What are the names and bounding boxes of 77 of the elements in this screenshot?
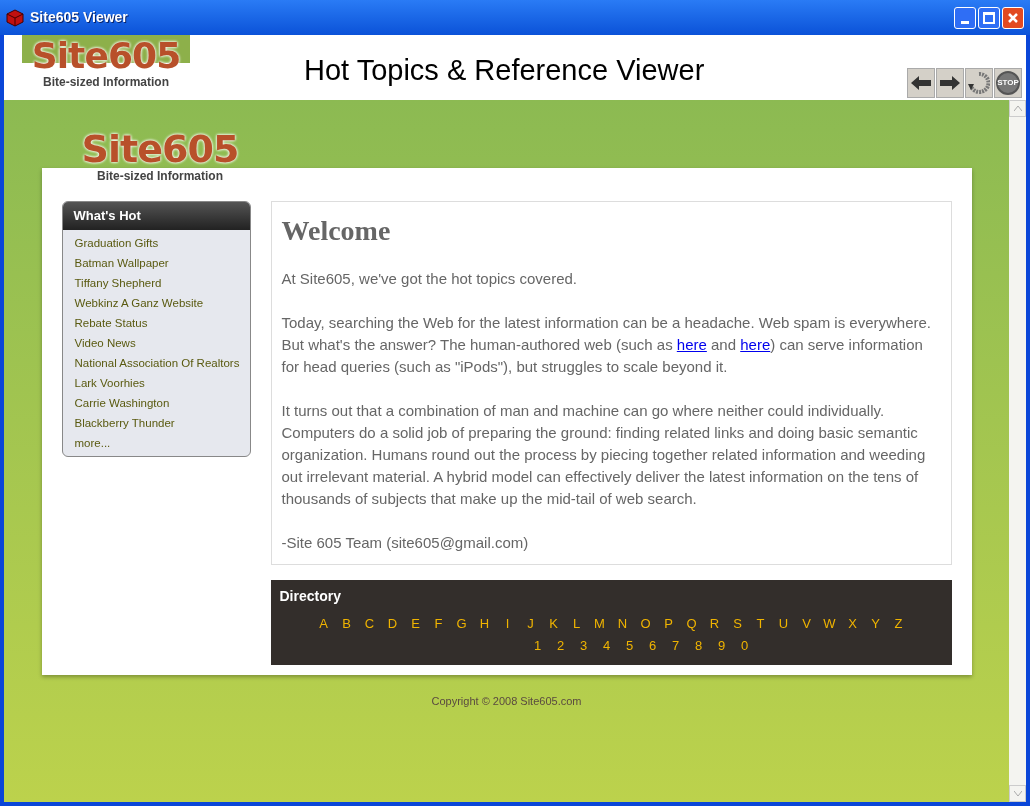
directory-number-link[interactable]: 5: [623, 635, 636, 657]
app-cube-icon: [6, 8, 24, 27]
directory-letter-link[interactable]: P: [662, 613, 675, 635]
topic-link[interactable]: Webkinz A Ganz Website: [74, 292, 244, 313]
close-button[interactable]: [1002, 6, 1024, 29]
topic-link[interactable]: Rebate Status: [74, 312, 244, 333]
directory-number-link[interactable]: 2: [554, 635, 567, 657]
directory-letter-link[interactable]: B: [340, 613, 353, 635]
directory-letter-link[interactable]: U: [777, 613, 790, 635]
paragraph: It turns out that a combination of man and machine can go where neither could individually. Computers do a solid job of preparing the ground: finding related links and doing basic semantic organization. Humans round out the process by piecing together related information and weeding out irrelevant material. A hybrid model can effectively deliver the latest information on the tens of thousands of subjects that make up the mid-tail of web search.: [281, 401, 927, 509]
topic-link[interactable]: Carrie Washington: [74, 392, 244, 413]
here-link[interactable]: here: [740, 336, 771, 353]
logo-tagline: Bite-sized Information: [43, 76, 169, 88]
directory-letter-link[interactable]: O: [639, 613, 652, 635]
paragraph: Today, searching the Web for the latest information can be a headache. Web spam is everywhere. But what's the answer? The human-authored web (such as here and here) can serve information for head queries (such as "iPods"), but struggles to scale beyond it.: [281, 313, 933, 377]
directory-letter-link[interactable]: F: [432, 613, 445, 635]
directory-number-link[interactable]: 6: [646, 635, 659, 657]
close-icon: [1007, 11, 1019, 24]
up-caret-icon: [1013, 106, 1022, 111]
forward-arrow-icon: [940, 76, 960, 90]
directory-letter-link[interactable]: Q: [685, 613, 698, 635]
welcome-heading: Welcome: [281, 214, 392, 248]
window-title: Site605 Viewer: [30, 8, 128, 27]
directory-number-link[interactable]: 1: [531, 635, 544, 657]
directory-letter-link[interactable]: Y: [869, 613, 882, 635]
directory-letter-link[interactable]: V: [800, 613, 813, 635]
topic-link[interactable]: National Association Of Realtors: [74, 352, 244, 373]
directory-letter-link[interactable]: H: [478, 613, 491, 635]
topic-link[interactable]: Graduation Gifts: [74, 232, 244, 253]
back-button[interactable]: [907, 68, 935, 98]
topic-link[interactable]: Tiffany Shepherd: [74, 272, 244, 293]
minimize-button[interactable]: [954, 6, 976, 29]
forward-button[interactable]: [936, 68, 964, 98]
panel-title: What's Hot: [62, 202, 250, 230]
back-arrow-icon: [911, 76, 931, 90]
topic-link[interactable]: Blackberry Thunder: [74, 412, 244, 433]
header-title: Hot Topics & Reference Viewer: [304, 53, 705, 88]
topic-link[interactable]: Batman Wallpaper: [74, 252, 244, 273]
directory-number-link[interactable]: 7: [669, 635, 682, 657]
directory-number-link[interactable]: 4: [600, 635, 613, 657]
refresh-icon: [968, 72, 990, 94]
directory-letter-link[interactable]: R: [708, 613, 721, 635]
directory-number-link[interactable]: 9: [715, 635, 728, 657]
directory-number-link[interactable]: 3: [577, 635, 590, 657]
topic-link[interactable]: more...: [74, 432, 244, 453]
directory-letter-link[interactable]: C: [363, 613, 376, 635]
directory-letter-link[interactable]: M: [593, 613, 606, 635]
directory-title: Directory: [279, 587, 342, 606]
maximize-icon: [983, 11, 995, 24]
directory-letter-link[interactable]: A: [317, 613, 330, 635]
paragraph: At Site605, we've got the hot topics covered.: [281, 269, 579, 289]
directory-letter-link[interactable]: S: [731, 613, 744, 635]
directory-letter-link[interactable]: Z: [892, 613, 905, 635]
directory-letter-link[interactable]: G: [455, 613, 468, 635]
directory-letter-link[interactable]: I: [501, 613, 514, 635]
topic-link[interactable]: Lark Voorhies: [74, 372, 244, 393]
directory-letter-link[interactable]: N: [616, 613, 629, 635]
paragraph: -Site 605 Team (site605@gmail.com): [281, 533, 530, 553]
directory-letter-link[interactable]: J: [524, 613, 537, 635]
directory-letter-link[interactable]: D: [386, 613, 399, 635]
directory-letter-link[interactable]: K: [547, 613, 560, 635]
maximize-button[interactable]: [978, 6, 1000, 29]
directory-letter-link[interactable]: T: [754, 613, 767, 635]
directory-number-link[interactable]: 8: [692, 635, 705, 657]
logo-tagline: Bite-sized Information: [97, 170, 223, 182]
down-caret-icon: [1013, 791, 1022, 796]
directory-letter-link[interactable]: W: [823, 613, 836, 635]
logo-wordmark: Site605: [81, 130, 239, 168]
here-link[interactable]: here: [676, 336, 707, 353]
minimize-icon: [961, 20, 969, 24]
directory-number-link[interactable]: 0: [738, 635, 751, 657]
topic-link[interactable]: Video News: [74, 332, 244, 353]
directory-letter-link[interactable]: L: [570, 613, 583, 635]
directory-letter-link[interactable]: X: [846, 613, 859, 635]
directory-letter-link[interactable]: E: [409, 613, 422, 635]
copyright-text: Copyright © 2008 Site605.com: [431, 694, 582, 709]
refresh-button[interactable]: [965, 68, 993, 98]
